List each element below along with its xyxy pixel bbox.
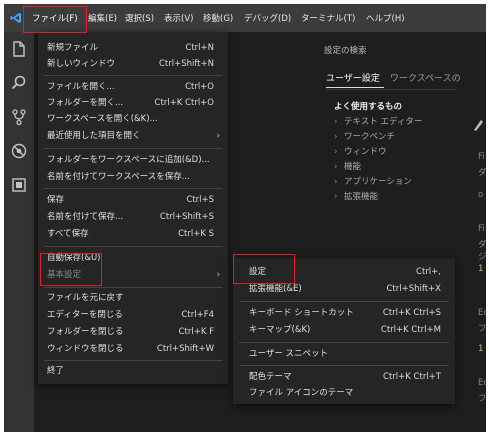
menu-edit[interactable]: 編集(E) [88,12,117,26]
toc-item-workbench[interactable]: › ワークベンチ [334,130,422,145]
menu-selection[interactable]: 選択(S) [125,12,154,26]
debug-icon[interactable] [10,142,28,160]
settings-search-title: 設定の検索 [324,46,367,56]
menu-separator [44,360,222,361]
edge-text: Fi [478,224,485,234]
menu-item-save[interactable]: 保存 Ctrl+S [38,192,228,208]
menu-separator [44,287,222,288]
activity-bar [4,32,34,432]
edge-text: フ [478,394,486,404]
edge-text: 1 [478,344,484,354]
settings-toc: よく使用するもの › テキスト エディター › ワークベンチ › ウィンドウ › 機能 … [334,100,422,205]
edge-text: 1 [478,264,484,274]
chevron-right-icon: › [216,131,220,141]
edge-text: ジ [478,252,486,262]
menu-go[interactable]: 移動(G) [203,12,233,26]
menu-item-new-window[interactable]: 新しいウィンドウ Ctrl+Shift+N [38,56,228,72]
annotation-box-file-menu [23,6,87,33]
menu-separator [44,148,222,149]
menu-item-save-all[interactable]: すべて保存 Ctrl+K S [38,226,228,242]
chevron-right-icon: › [334,132,338,142]
menu-item-open-file[interactable]: ファイルを開く... Ctrl+O [38,79,228,95]
menu-terminal[interactable]: ターミナル(T) [301,12,355,26]
toc-item-window[interactable]: › ウィンドウ [334,145,422,160]
edge-text: Ec [478,378,486,388]
edge-text: Ec [478,308,486,318]
files-icon[interactable] [10,40,28,58]
edge-text: ダ [478,168,486,178]
menu-separator [239,301,449,302]
menu-item-user-snippets[interactable]: ユーザー スニペット [233,346,455,362]
menu-item-color-theme[interactable]: 配色テーマ Ctrl+K Ctrl+T [233,369,455,385]
active-tab-underline [326,87,384,88]
search-icon[interactable] [10,74,28,92]
annotation-box-settings [233,254,295,284]
menu-view[interactable]: 表示(V) [164,12,193,26]
chevron-right-icon: › [216,270,220,280]
menu-item-open-workspace[interactable]: ワークスペースを開く(&K)... [38,111,228,127]
menu-separator [44,246,222,247]
menu-item-save-as[interactable]: 名前を付けて保存... Ctrl+Shift+S [38,209,228,225]
chevron-right-icon: › [334,117,338,127]
edge-text: フ [478,324,486,334]
menu-separator [239,342,449,343]
vscode-logo-icon [10,13,21,23]
toc-item-text-editor[interactable]: › テキスト エディター [334,115,422,130]
source-control-icon[interactable] [10,108,28,126]
toc-item-common[interactable]: よく使用するもの [334,100,422,115]
chevron-right-icon: › [334,147,338,157]
chevron-right-icon: › [334,192,338,202]
edge-text: ダ [478,240,486,250]
edge-text: Fi [478,152,485,162]
toc-item-features[interactable]: › 機能 [334,160,422,175]
tab-divider [326,89,456,90]
tab-user-settings[interactable]: ユーザー設定 [326,71,380,84]
chevron-right-icon: › [334,177,338,187]
edge-text: o [478,190,484,200]
menu-item-file-icon-theme[interactable]: ファイル アイコンのテーマ [233,385,455,401]
settings-pen-icon [474,120,483,131]
toc-item-application[interactable]: › アプリケーション [334,175,422,190]
menu-item-open-folder[interactable]: フォルダーを開く... Ctrl+K Ctrl+O [38,95,228,111]
menu-help[interactable]: ヘルプ(H) [366,12,405,26]
menu-item-save-workspace-as[interactable]: 名前を付けてワークスペースを保存... [38,169,228,185]
annotation-box-preferences [40,253,102,286]
menu-item-new-file[interactable]: 新規ファイル Ctrl+N [38,40,228,56]
menu-separator [44,188,222,189]
tab-workspace-settings[interactable]: ワークスペースの [390,71,461,84]
menu-item-close-window[interactable]: ウィンドウを閉じる Ctrl+Shift+W [38,341,228,357]
menu-item-close-folder[interactable]: フォルダーを閉じる Ctrl+K F [38,324,228,340]
menu-item-close-editor[interactable]: エディターを閉じる Ctrl+F4 [38,307,228,323]
chevron-right-icon: › [334,162,338,172]
menu-separator [239,365,449,366]
app-window: ファイル(F) 編集(E) 選択(S) 表示(V) 移動(G) デバッグ(D) … [4,4,486,432]
menu-separator [44,75,222,76]
menu-item-exit[interactable]: 終了 [38,363,228,379]
menu-item-keymaps[interactable]: キーマップ(&K) Ctrl+K Ctrl+M [233,322,455,338]
menu-item-keyboard-shortcuts[interactable]: キーボード ショートカット Ctrl+K Ctrl+S [233,305,455,321]
menu-item-open-recent[interactable]: 最近使用した項目を開く › [38,128,228,144]
toc-item-extensions[interactable]: › 拡張機能 [334,190,422,205]
menu-item-revert-file[interactable]: ファイルを元に戻す [38,290,228,306]
extensions-icon[interactable] [10,176,28,194]
menu-item-add-folder-to-workspace[interactable]: フォルダーをワークスペースに追加(&D)... [38,152,228,168]
menu-debug[interactable]: デバッグ(D) [244,12,291,26]
file-menu: 新規ファイル Ctrl+N 新しいウィンドウ Ctrl+Shift+N ファイルを開… [38,32,228,384]
